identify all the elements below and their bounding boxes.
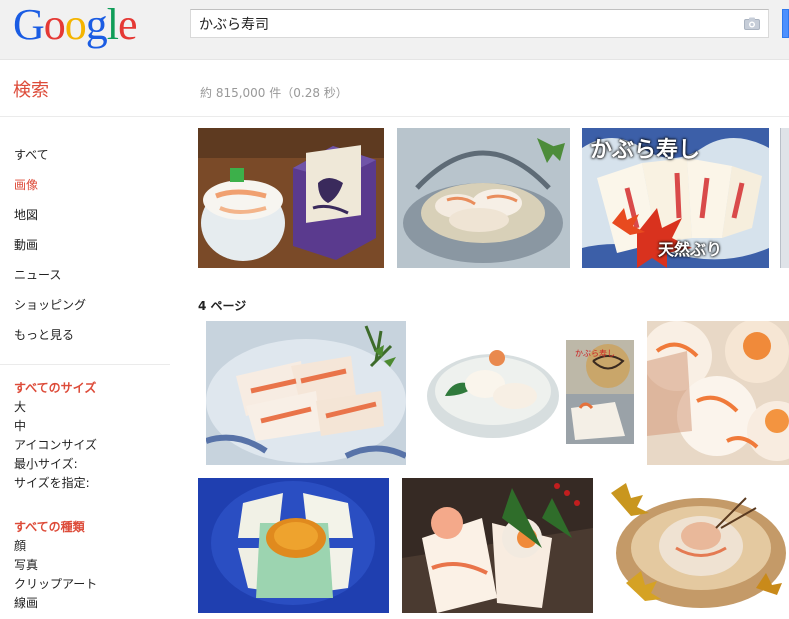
- subheader: 検索 約 815,000 件（0.28 秒）: [0, 61, 789, 117]
- type-filter-face[interactable]: 顔: [14, 537, 26, 554]
- image-result-partial[interactable]: [780, 128, 789, 268]
- type-filter-clipart[interactable]: クリップアート: [14, 575, 97, 592]
- page-label: 4 ページ: [198, 299, 247, 313]
- sushi-tub-and-box-image: [198, 128, 384, 268]
- nav-item-videos[interactable]: 動画: [14, 236, 38, 253]
- logo-letter-g: G: [13, 0, 45, 49]
- logo-letter-e: e: [118, 0, 138, 49]
- image-result[interactable]: かぶら寿し: [425, 336, 636, 445]
- logo-letter-o1: o: [43, 0, 66, 49]
- type-filter-lineart[interactable]: 線画: [14, 594, 38, 611]
- size-filter-large[interactable]: 大: [14, 398, 26, 415]
- thumb-caption-title: かぶら寿し: [590, 137, 701, 163]
- type-filter-title[interactable]: すべての種類: [14, 518, 85, 535]
- size-filter-title[interactable]: すべてのサイズ: [14, 379, 96, 396]
- thumb-caption-subtitle: 天然ぶり: [658, 240, 723, 259]
- result-stats: 約 815,000 件（0.28 秒）: [200, 86, 348, 100]
- sushi-plate-image: [206, 321, 406, 465]
- size-filter-icon[interactable]: アイコンサイズ: [14, 436, 97, 453]
- image-result[interactable]: [206, 321, 406, 465]
- nav-item-images[interactable]: 画像: [14, 176, 38, 193]
- nav-item-more[interactable]: もっと見る: [14, 326, 74, 343]
- camera-icon[interactable]: [744, 17, 760, 30]
- size-filter-custom[interactable]: サイズを指定:: [14, 474, 90, 491]
- nav-item-shopping[interactable]: ショッピング: [14, 296, 86, 313]
- image-result[interactable]: [198, 128, 384, 268]
- package-label: かぶら寿し: [575, 348, 615, 358]
- sidebar: すべて 画像 地図 動画 ニュース ショッピング もっと見る すべてのサイズ 大…: [0, 118, 180, 619]
- image-result[interactable]: [198, 478, 389, 613]
- size-filter-minimum[interactable]: 最小サイズ:: [14, 455, 78, 472]
- sushi-garnish-image: [402, 478, 593, 613]
- nav-item-maps[interactable]: 地図: [14, 206, 38, 223]
- google-logo[interactable]: Google: [13, 0, 138, 49]
- logo-letter-g2: g: [85, 0, 108, 49]
- size-filter-medium[interactable]: 中: [14, 417, 26, 434]
- nav-item-all[interactable]: すべて: [14, 146, 49, 163]
- sushi-basket-image: [397, 128, 570, 268]
- image-result[interactable]: [606, 478, 789, 613]
- top-bar: Google: [0, 0, 789, 60]
- logo-letter-o2: o: [64, 0, 87, 49]
- turnip-bowl-image: [198, 478, 389, 613]
- image-result[interactable]: かぶら寿し 天然ぶり: [582, 128, 769, 268]
- sidebar-divider: [0, 364, 170, 365]
- search-button[interactable]: [782, 9, 789, 38]
- sushi-bowl-and-package-image: かぶら寿し: [425, 336, 636, 445]
- image-result[interactable]: [647, 321, 789, 465]
- sushi-leaf-basket-image: [606, 478, 789, 613]
- search-box[interactable]: [190, 9, 769, 38]
- nav-item-news[interactable]: ニュース: [14, 266, 61, 283]
- image-result[interactable]: [402, 478, 593, 613]
- sushi-closeup-image: [647, 321, 789, 465]
- image-result[interactable]: [397, 128, 570, 268]
- type-filter-photo[interactable]: 写真: [14, 556, 38, 573]
- search-label: 検索: [13, 80, 49, 101]
- logo-letter-l: l: [106, 0, 119, 49]
- search-input[interactable]: [191, 10, 731, 37]
